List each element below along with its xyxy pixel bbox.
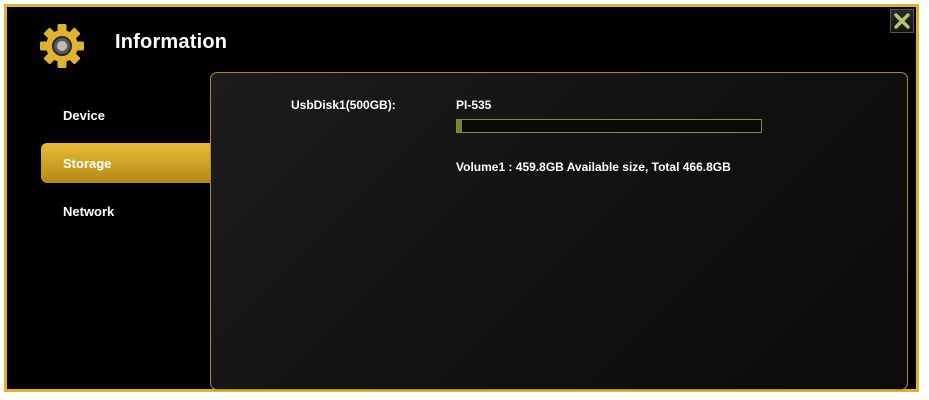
sidebar-item-device[interactable]: Device: [41, 95, 213, 135]
sidebar-item-label: Network: [63, 203, 115, 219]
storage-panel: UsbDisk1(500GB): PI-535 Volume1 : 459.8G…: [210, 72, 908, 390]
volume-info: Volume1 : 459.8GB Available size, Total …: [456, 160, 731, 174]
dialog-title: Information: [115, 31, 228, 53]
sidebar: Device Storage Network: [41, 95, 213, 239]
close-button[interactable]: [890, 9, 914, 33]
close-icon: [894, 13, 910, 29]
sidebar-item-network[interactable]: Network: [41, 191, 213, 231]
sidebar-item-label: Device: [63, 107, 105, 123]
information-dialog: Information Device Storage Network UsbDi…: [4, 4, 919, 392]
disk-name: PI-535: [456, 98, 492, 112]
disk-usage-fill: [457, 120, 462, 132]
gear-icon: [39, 23, 85, 69]
disk-label: UsbDisk1(500GB):: [291, 98, 396, 112]
sidebar-item-label: Storage: [63, 155, 112, 171]
disk-usage-bar: [456, 119, 762, 133]
sidebar-item-storage[interactable]: Storage: [41, 143, 213, 183]
